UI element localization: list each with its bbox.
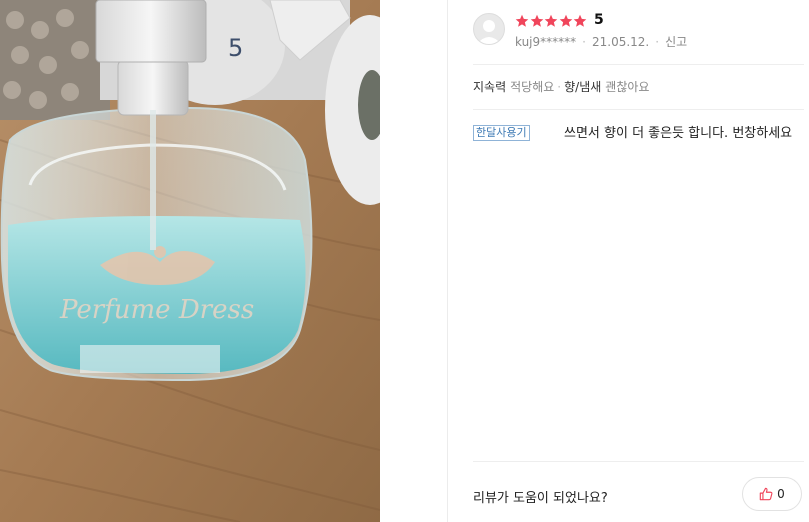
- review-date: 21.05.12.: [591, 34, 650, 49]
- helpful-like-button[interactable]: 0: [742, 477, 802, 511]
- divider: [473, 64, 804, 65]
- usage-period-badge: 한달사용기: [473, 125, 530, 141]
- star-icon: [530, 14, 543, 27]
- photo-gutter: [380, 0, 447, 522]
- meta-separator: ·: [655, 34, 660, 49]
- review-photo[interactable]: 5 Perfume Dress: [0, 0, 380, 522]
- review-meta: kuj9****** · 21.05.12. · 신고: [515, 33, 687, 50]
- thumbs-up-icon: [759, 487, 773, 501]
- star-rating: [515, 13, 588, 29]
- helpful-question: 리뷰가 도움이 되었나요?: [473, 491, 608, 506]
- helpful-count: 0: [777, 487, 785, 501]
- review-body: 쓰면서 향이 더 좋은듯 합니다. 번창하세요: [564, 126, 793, 141]
- perfume-photo-image: 5 Perfume Dress: [0, 0, 380, 522]
- review-author: kuj9******: [515, 34, 577, 49]
- default-user-avatar-icon: [473, 13, 505, 45]
- review-detail-panel: 5 kuj9****** · 21.05.12. · 신고 지속력 적당해요 · 향/…: [448, 0, 809, 522]
- star-icon: [559, 14, 572, 27]
- attribute-value: 괜찮아요: [605, 80, 650, 94]
- star-icon: [544, 14, 558, 27]
- report-button[interactable]: 신고: [665, 33, 687, 50]
- attribute-key: 향/냄새: [564, 80, 602, 94]
- rating-score: 5: [594, 12, 604, 28]
- meta-separator: ·: [582, 34, 586, 49]
- attribute-separator: ·: [557, 80, 562, 94]
- bottle-label-text: Perfume Dress: [59, 295, 254, 325]
- svg-text:5: 5: [228, 34, 243, 62]
- divider: [473, 109, 804, 110]
- attribute-value: 적당해요: [510, 80, 555, 94]
- star-icon: [573, 14, 587, 27]
- divider: [473, 461, 804, 462]
- attribute-key: 지속력: [473, 80, 507, 94]
- star-icon: [515, 14, 529, 27]
- review-attributes: 지속력 적당해요 · 향/냄새 괜찮아요: [473, 78, 649, 95]
